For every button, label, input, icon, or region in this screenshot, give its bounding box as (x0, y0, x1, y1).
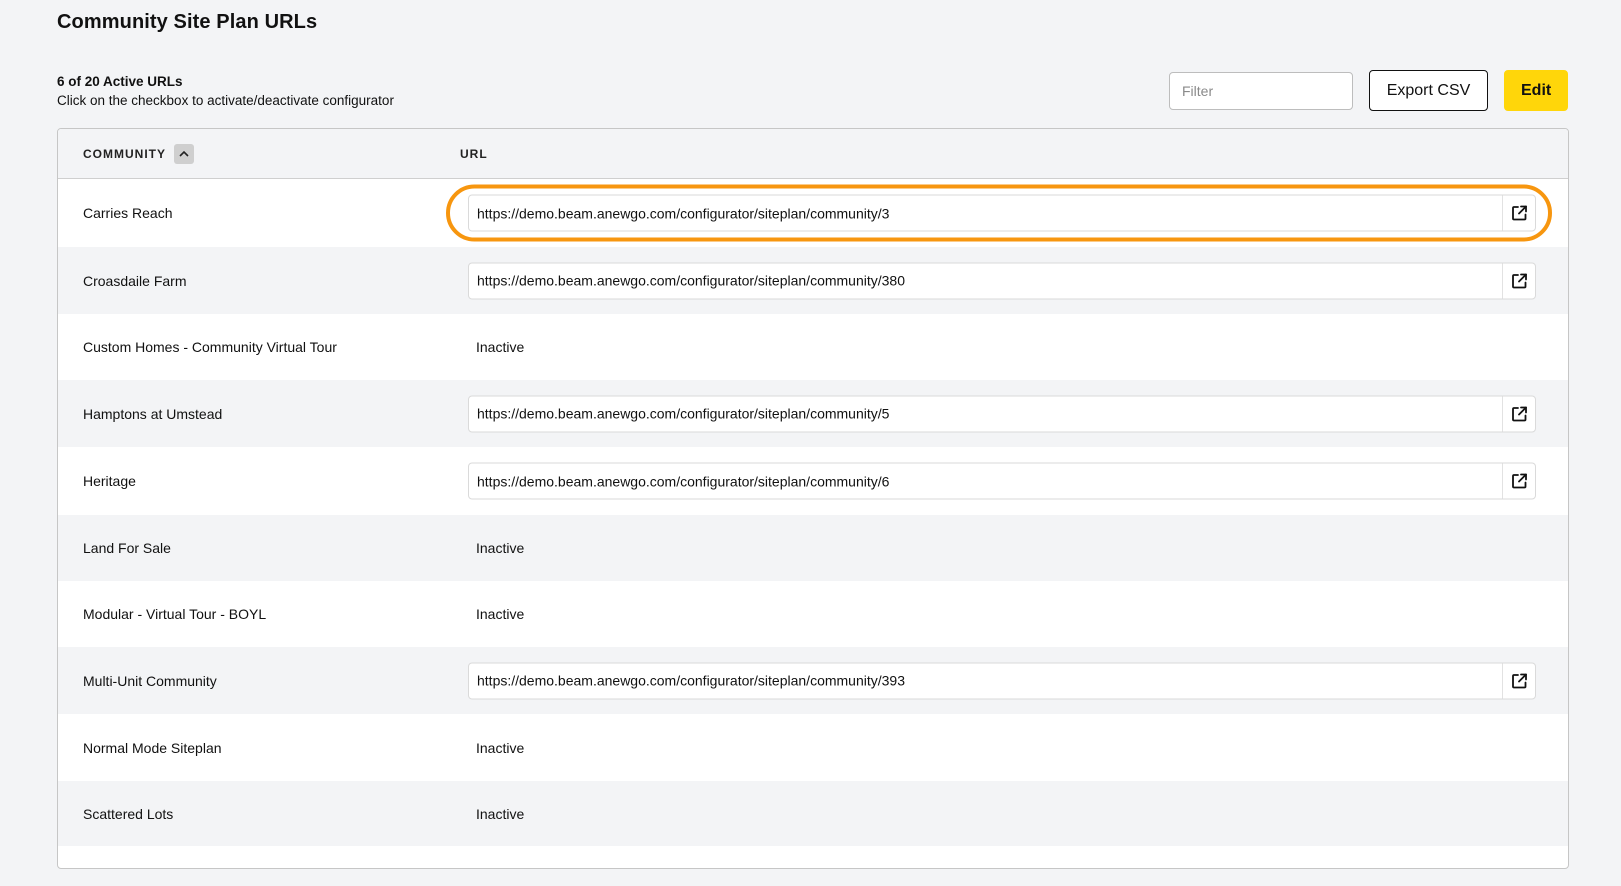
community-name: Hamptons at Umstead (83, 405, 223, 422)
inactive-status: Inactive (476, 805, 525, 822)
toolbar: Export CSV Edit (1169, 70, 1568, 111)
table-body: Carries Reach https://demo.beam.anewgo.co… (58, 179, 1568, 846)
table-row: Normal Mode Siteplan Inactive (58, 714, 1568, 781)
url-cell: https://demo.beam.anewgo.com/configurato… (468, 662, 1536, 699)
open-external-link-icon[interactable] (1502, 195, 1535, 231)
url-cell: https://demo.beam.anewgo.com/configurato… (468, 395, 1536, 432)
urls-table: COMMUNITY URL Carries Reach https://demo.… (57, 128, 1569, 869)
open-external-link-icon[interactable] (1502, 463, 1535, 499)
url-cell: https://demo.beam.anewgo.com/configurato… (468, 262, 1536, 299)
filter-input[interactable] (1169, 71, 1353, 110)
url-text[interactable]: https://demo.beam.anewgo.com/configurato… (477, 273, 1502, 289)
url-cell: https://demo.beam.anewgo.com/configurato… (446, 184, 1552, 242)
active-url-count: 6 of 20 Active URLs (57, 74, 183, 89)
column-header-community-label: COMMUNITY (83, 146, 166, 161)
inactive-status: Inactive (476, 606, 525, 622)
url-field[interactable]: https://demo.beam.anewgo.com/configurato… (468, 262, 1536, 299)
column-header-url: URL (460, 146, 488, 161)
url-cell: Inactive (468, 540, 1536, 556)
open-external-link-icon[interactable] (1502, 396, 1535, 431)
url-text[interactable]: https://demo.beam.anewgo.com/configurato… (477, 406, 1502, 422)
community-name: Heritage (83, 473, 136, 489)
table-row: Scattered Lots Inactive (58, 781, 1568, 846)
url-cell: Inactive (468, 740, 1536, 756)
table-row: Hamptons at Umstead https://demo.beam.ane… (58, 380, 1568, 447)
inactive-status: Inactive (476, 339, 525, 355)
community-name: Modular - Virtual Tour - BOYL (83, 606, 267, 622)
summary: 6 of 20 Active URLs Click on the checkbo… (57, 73, 394, 111)
url-text[interactable]: https://demo.beam.anewgo.com/configurato… (477, 673, 1502, 689)
open-external-link-icon[interactable] (1502, 263, 1535, 298)
export-csv-button[interactable]: Export CSV (1369, 70, 1488, 111)
url-field[interactable]: https://demo.beam.anewgo.com/configurato… (468, 662, 1536, 699)
edit-button[interactable]: Edit (1504, 70, 1568, 111)
community-name: Multi-Unit Community (83, 672, 217, 689)
open-external-link-icon[interactable] (1502, 663, 1535, 698)
summary-hint: Click on the checkbox to activate/deacti… (57, 93, 394, 108)
community-name: Scattered Lots (83, 805, 174, 822)
table-row: Heritage https://demo.beam.anewgo.com/con… (58, 447, 1568, 515)
url-cell: Inactive (468, 806, 1536, 822)
url-cell: Inactive (468, 606, 1536, 622)
url-cell: https://demo.beam.anewgo.com/configurato… (468, 462, 1536, 500)
table-row: Modular - Virtual Tour - BOYL Inactive (58, 581, 1568, 647)
url-field[interactable]: https://demo.beam.anewgo.com/configurato… (468, 462, 1536, 500)
url-text[interactable]: https://demo.beam.anewgo.com/configurato… (477, 473, 1502, 489)
community-name: Carries Reach (83, 205, 173, 221)
inactive-status: Inactive (476, 540, 525, 556)
table-header: COMMUNITY URL (58, 129, 1568, 179)
table-row: Croasdaile Farm https://demo.beam.anewgo.… (58, 247, 1568, 314)
community-name: Normal Mode Siteplan (83, 739, 222, 756)
inactive-status: Inactive (476, 739, 525, 756)
table-row: Custom Homes - Community Virtual Tour Ina… (58, 314, 1568, 380)
page-title: Community Site Plan URLs (57, 11, 318, 33)
url-cell: Inactive (468, 339, 1536, 355)
sort-ascending-icon[interactable] (174, 143, 194, 164)
community-name: Croasdaile Farm (83, 272, 187, 289)
table-row: Land For Sale Inactive (58, 515, 1568, 581)
column-header-community[interactable]: COMMUNITY (83, 143, 194, 164)
url-text[interactable]: https://demo.beam.anewgo.com/configurato… (477, 205, 1502, 221)
table-row: Carries Reach https://demo.beam.anewgo.co… (58, 179, 1568, 247)
url-field[interactable]: https://demo.beam.anewgo.com/configurato… (468, 395, 1536, 432)
table-row: Multi-Unit Community https://demo.beam.an… (58, 647, 1568, 714)
community-name: Custom Homes - Community Virtual Tour (83, 339, 337, 355)
url-field[interactable]: https://demo.beam.anewgo.com/configurato… (446, 184, 1552, 242)
community-name: Land For Sale (83, 540, 171, 556)
